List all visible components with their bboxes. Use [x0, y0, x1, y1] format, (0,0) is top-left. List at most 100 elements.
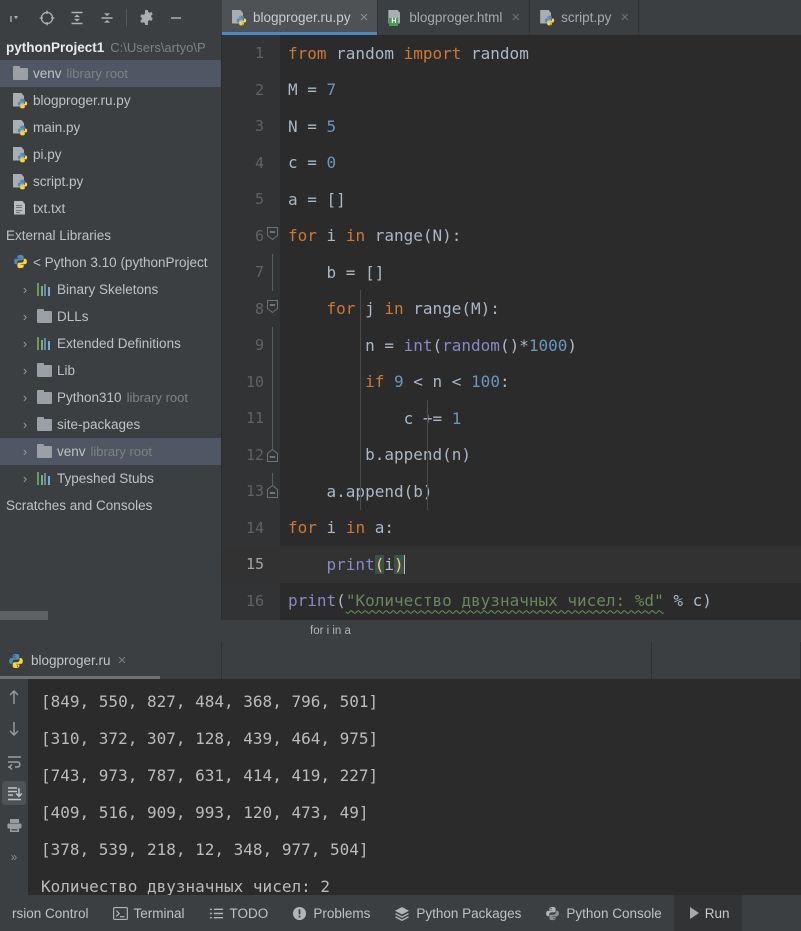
chevron-right-icon[interactable]: ›	[18, 417, 32, 432]
chevron-right-icon[interactable]: ›	[18, 282, 32, 297]
code-line[interactable]: 3 N = 5	[222, 108, 801, 145]
tree-item-txt-txt[interactable]: txt.txt	[0, 195, 222, 222]
scroll-down-icon[interactable]	[2, 717, 26, 741]
fold-column[interactable]	[264, 181, 280, 218]
code-line-current[interactable]: 15 print(i)	[222, 546, 801, 583]
editor-tab-blogproger-html[interactable]: H blogproger.html ×	[378, 0, 531, 35]
project-view-dropdown-button[interactable]	[2, 4, 32, 32]
sidebar-horizontal-scrollbar[interactable]	[0, 611, 48, 620]
chevron-right-icon[interactable]: ›	[18, 309, 32, 324]
fold-column[interactable]	[264, 327, 280, 364]
fold-minus-icon[interactable]	[267, 299, 278, 313]
fold-column[interactable]	[264, 291, 280, 328]
minimize-panel-icon[interactable]	[161, 4, 191, 32]
collapse-all-icon[interactable]	[92, 4, 122, 32]
chevron-right-icon[interactable]: ›	[18, 363, 32, 378]
more-options-icon[interactable]: »	[2, 845, 26, 869]
code-line[interactable]: 6 for i in range(N):	[222, 218, 801, 255]
project-root-header[interactable]: pythonProject1 C:\Users\artyo\P	[0, 35, 222, 60]
breadcrumb[interactable]: for i in a	[222, 620, 801, 642]
tree-item-external-libraries[interactable]: External Libraries	[0, 222, 222, 249]
fold-column[interactable]	[264, 510, 280, 547]
status-item-version-control[interactable]: rsion Control	[0, 895, 101, 931]
chevron-right-icon[interactable]: ›	[18, 336, 32, 351]
tree-item-venv[interactable]: › venv library root	[0, 438, 222, 465]
close-icon[interactable]: ×	[511, 10, 520, 25]
tree-item-scratches-and-consoles[interactable]: Scratches and Consoles	[0, 492, 222, 519]
chevron-right-icon[interactable]: ›	[18, 444, 32, 459]
status-item-todo[interactable]: TODO	[197, 895, 281, 931]
editor-tab-script-py[interactable]: script.py ×	[530, 0, 640, 35]
code-line[interactable]: 5 a = []	[222, 181, 801, 218]
fold-column[interactable]	[264, 400, 280, 437]
code-line[interactable]: 1 from random import random	[222, 35, 801, 72]
code-line[interactable]: 14 for i in a:	[222, 510, 801, 547]
tree-item-python310[interactable]: › Python310 library root	[0, 384, 222, 411]
code-line[interactable]: 2 M = 7	[222, 72, 801, 109]
close-icon[interactable]: ×	[620, 10, 629, 25]
code-line[interactable]: 11 c += 1	[222, 400, 801, 437]
fold-column[interactable]	[264, 35, 280, 72]
close-icon[interactable]: ×	[118, 652, 127, 669]
chevron-right-icon[interactable]: ›	[18, 390, 32, 405]
tree-item-binary-skeletons[interactable]: › Binary Skeletons	[0, 276, 222, 303]
tree-item-pi-py[interactable]: pi.py	[0, 141, 222, 168]
tree-item-main-py[interactable]: main.py	[0, 114, 222, 141]
fold-column[interactable]	[264, 436, 280, 474]
code-line[interactable]: 16 print("Количество двузначных чисел: %…	[222, 583, 801, 620]
soft-wrap-icon[interactable]	[2, 749, 26, 773]
code-line[interactable]: 4 c = 0	[222, 145, 801, 182]
status-item-python-packages[interactable]: Python Packages	[382, 895, 533, 931]
project-tool-window[interactable]: pythonProject1 C:\Users\artyo\P venv libr…	[0, 35, 222, 620]
breadcrumb-text: for i in a	[310, 625, 351, 637]
fold-column[interactable]	[264, 546, 280, 583]
line-number: 7	[254, 263, 264, 282]
code-line[interactable]: 12 b.append(n)	[222, 436, 801, 474]
fold-column[interactable]	[264, 583, 280, 620]
tree-item-venv[interactable]: venv library root	[0, 60, 222, 87]
fold-minus-end-icon[interactable]	[267, 448, 278, 462]
fold-column[interactable]	[264, 145, 280, 182]
tree-item-python-3-10-pythonproject[interactable]: < Python 3.10 (pythonProject	[0, 249, 222, 276]
fold-column[interactable]	[264, 108, 280, 145]
tree-item-script-py[interactable]: script.py	[0, 168, 222, 195]
run-console-output[interactable]: [849, 550, 827, 484, 368, 796, 501] [310…	[28, 679, 801, 895]
scroll-up-icon[interactable]	[2, 685, 26, 709]
select-opened-file-icon[interactable]	[32, 4, 62, 32]
editor-tab-blogproger-ru-py[interactable]: blogproger.ru.py ×	[222, 0, 379, 35]
code-line[interactable]: 7 b = []	[222, 254, 801, 291]
console-line: [310, 372, 307, 128, 439, 464, 975]	[41, 729, 379, 748]
code-line[interactable]: 13 a.append(b)	[222, 473, 801, 510]
code-editor[interactable]: 1 from random import random 2 M = 7 3 N …	[222, 35, 801, 620]
tree-item-lib[interactable]: › Lib	[0, 357, 222, 384]
fold-column[interactable]	[264, 473, 280, 510]
status-item-terminal[interactable]: Terminal	[101, 895, 197, 931]
code-line[interactable]: 8 for j in range(M):	[222, 291, 801, 328]
status-item-python-console[interactable]: Python Console	[533, 895, 673, 931]
project-tree[interactable]: venv library root blogproger.ru.py main.py p…	[0, 60, 222, 519]
run-tab-blogproger-ru[interactable]: blogproger.ru ×	[0, 642, 222, 679]
expand-all-icon[interactable]	[62, 4, 92, 32]
gear-icon[interactable]	[131, 4, 161, 32]
tree-item-extended-definitions[interactable]: › Extended Definitions	[0, 330, 222, 357]
code-lines[interactable]: 1 from random import random 2 M = 7 3 N …	[222, 35, 801, 620]
scroll-to-end-icon[interactable]	[2, 781, 26, 805]
fold-minus-end-icon[interactable]	[267, 485, 278, 498]
fold-column[interactable]	[264, 363, 280, 400]
tree-item-site-packages[interactable]: › site-packages	[0, 411, 222, 438]
tree-item-blogproger-ru-py[interactable]: blogproger.ru.py	[0, 87, 222, 114]
status-item-problems[interactable]: Problems	[280, 895, 382, 931]
chevron-right-icon[interactable]: ›	[18, 471, 32, 486]
fold-column[interactable]	[264, 254, 280, 291]
code-line[interactable]: 10 if 9 < n < 100:	[222, 363, 801, 400]
fold-column[interactable]	[264, 72, 280, 109]
tree-item-label: venv	[33, 66, 62, 81]
code-line[interactable]: 9 n = int(random()*1000)	[222, 327, 801, 364]
tree-item-typeshed-stubs[interactable]: › Typeshed Stubs	[0, 465, 222, 492]
tree-item-dlls[interactable]: › DLLs	[0, 303, 222, 330]
print-icon[interactable]	[2, 813, 26, 837]
fold-minus-icon[interactable]	[267, 226, 278, 240]
fold-column[interactable]	[264, 218, 280, 255]
status-item-run[interactable]: Run	[673, 895, 742, 931]
close-icon[interactable]: ×	[360, 10, 369, 25]
